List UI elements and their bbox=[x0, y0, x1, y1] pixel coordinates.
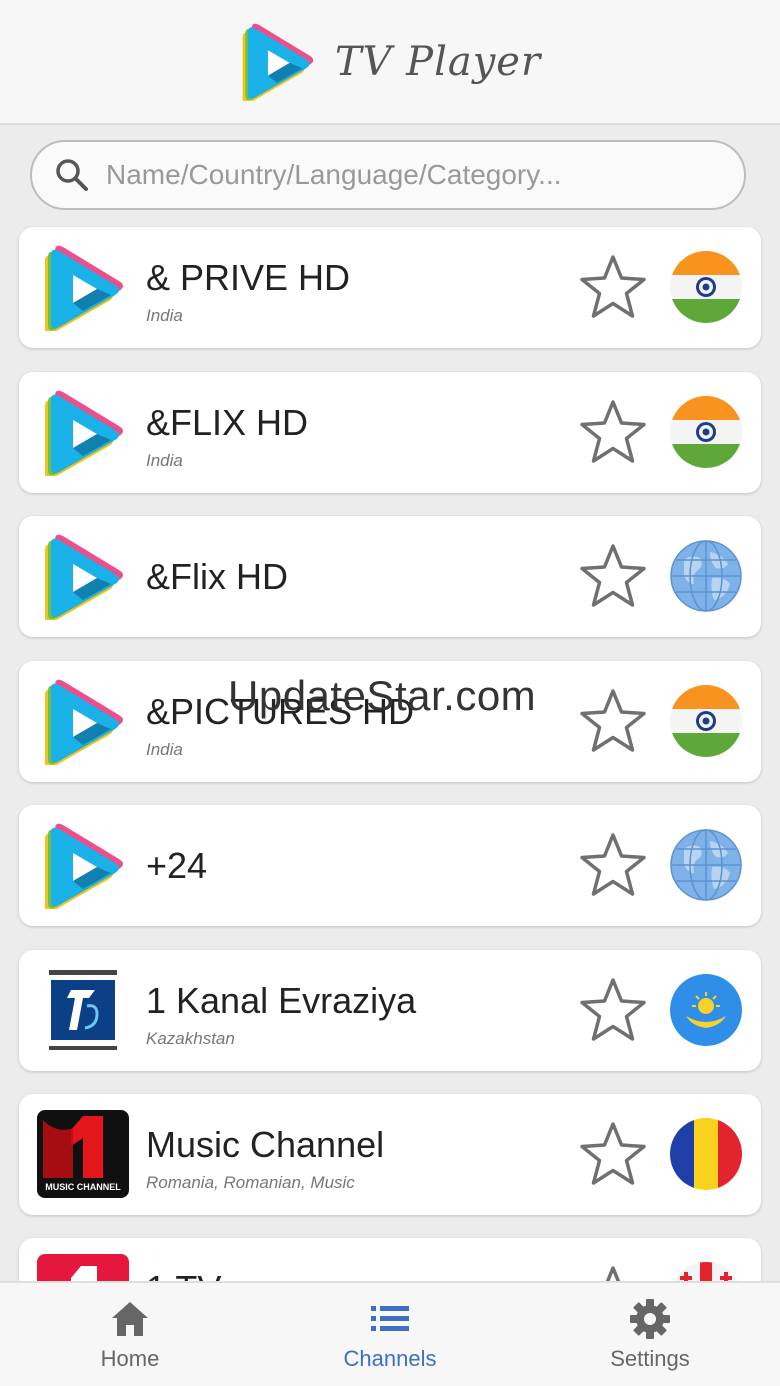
nav-home[interactable]: Home bbox=[0, 1283, 260, 1386]
channel-name: 1 Kanal Evraziya bbox=[146, 980, 417, 1021]
channel-subtitle: Romania, Romanian, Music bbox=[146, 1173, 355, 1192]
india-flag-icon bbox=[670, 685, 742, 757]
channel-name: &PICTURES HD bbox=[146, 691, 415, 732]
romania-flag-icon bbox=[670, 1118, 742, 1190]
app-title: TV Player bbox=[334, 38, 542, 85]
tv-player-logo-icon bbox=[41, 679, 125, 765]
channel-subtitle: India bbox=[146, 451, 183, 470]
india-flag-icon bbox=[670, 251, 742, 323]
tv-player-logo-icon bbox=[41, 245, 125, 331]
channel-row[interactable]: & PRIVE HD India bbox=[19, 227, 761, 348]
favorite-star-icon[interactable] bbox=[578, 976, 648, 1044]
channel-row[interactable]: 1 Kanal Evraziya Kazakhstan bbox=[19, 950, 761, 1071]
home-icon bbox=[112, 1301, 148, 1336]
search-icon bbox=[56, 159, 88, 191]
channel-row[interactable]: MUSIC CHANNEL Music Channel Romania, Rom… bbox=[19, 1094, 761, 1215]
tv-player-logo-icon bbox=[239, 22, 315, 102]
channel-name: &FLIX HD bbox=[146, 402, 309, 443]
search-bar[interactable] bbox=[30, 140, 746, 210]
channel-row[interactable]: &Flix HD bbox=[19, 516, 761, 637]
channel-name: &Flix HD bbox=[146, 556, 288, 597]
list-icon bbox=[371, 1305, 409, 1331]
favorite-star-icon[interactable] bbox=[578, 542, 648, 610]
channel-row[interactable]: &FLIX HD India bbox=[19, 372, 761, 493]
channel-name: +24 bbox=[146, 845, 208, 886]
nav-settings[interactable]: Settings bbox=[520, 1283, 780, 1386]
tv-player-logo-icon bbox=[41, 823, 125, 909]
favorite-star-icon[interactable] bbox=[578, 831, 648, 899]
channel-row[interactable]: &PICTURES HD India bbox=[19, 661, 761, 782]
globe-icon bbox=[670, 829, 742, 901]
favorite-star-icon[interactable] bbox=[578, 1120, 648, 1188]
kanal-evraziya-logo-icon bbox=[49, 970, 117, 1050]
channel-row[interactable]: +24 bbox=[19, 805, 761, 926]
music-channel-logo-icon: MUSIC CHANNEL bbox=[37, 1110, 129, 1198]
app-header: TV Player bbox=[0, 0, 780, 125]
svg-text:MUSIC CHANNEL: MUSIC CHANNEL bbox=[45, 1182, 121, 1192]
nav-settings-label: Settings bbox=[610, 1345, 690, 1371]
channel-name: Music Channel bbox=[146, 1124, 385, 1165]
kazakhstan-flag-icon bbox=[670, 974, 742, 1046]
india-flag-icon bbox=[670, 396, 742, 468]
favorite-star-icon[interactable] bbox=[578, 687, 648, 755]
favorite-star-icon[interactable] bbox=[578, 253, 648, 321]
tv-player-logo-icon bbox=[41, 534, 125, 620]
globe-icon bbox=[670, 540, 742, 612]
gear-icon bbox=[630, 1298, 670, 1339]
nav-channels-label: Channels bbox=[343, 1345, 437, 1371]
search-input[interactable] bbox=[104, 158, 720, 192]
channel-subtitle: India bbox=[146, 740, 183, 759]
tv-player-logo-icon bbox=[41, 390, 125, 476]
bottom-nav: Home Channels Settings bbox=[0, 1281, 780, 1386]
channel-name: & PRIVE HD bbox=[146, 257, 351, 298]
nav-channels[interactable]: Channels bbox=[260, 1283, 520, 1386]
favorite-star-icon[interactable] bbox=[578, 398, 648, 466]
channel-subtitle: Kazakhstan bbox=[146, 1029, 235, 1048]
channel-subtitle: India bbox=[146, 306, 183, 325]
nav-home-label: Home bbox=[100, 1345, 160, 1371]
